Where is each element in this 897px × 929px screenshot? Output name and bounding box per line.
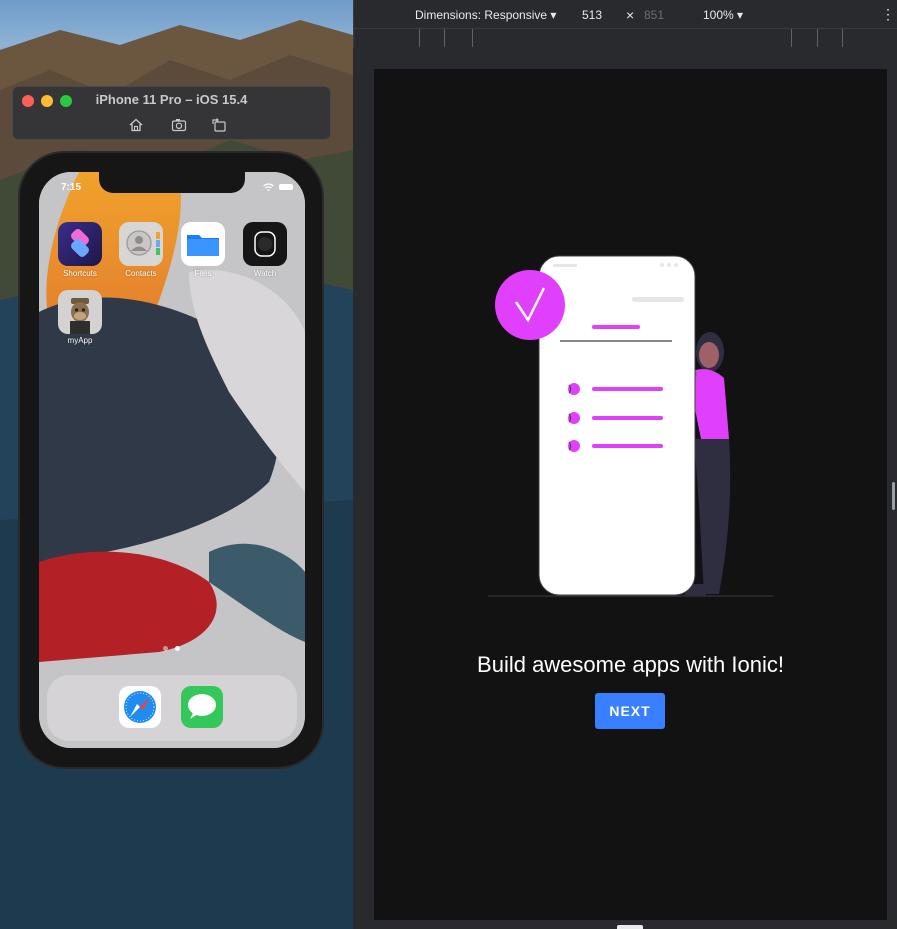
media-query-ruler[interactable] [354,28,897,49]
battery-icon [279,184,293,190]
resize-handle[interactable] [892,482,895,510]
app-label-files: Files [194,269,212,278]
app-label-myapp: myApp [67,336,93,345]
dock [47,675,297,741]
rotate-icon[interactable] [211,117,227,133]
app-viewport: Build awesome apps with Ionic! NEXT [374,69,887,920]
device-toolbar-top: Dimensions: Responsive ▾ 513 × 851 100% … [354,0,897,28]
width-input[interactable]: 513 [582,8,602,22]
zoom-dropdown[interactable]: 100% ▾ [703,8,743,22]
status-time: 7:15 [61,182,82,193]
dimension-times: × [626,7,635,23]
simulator-title: iPhone 11 Pro – iOS 15.4 [95,92,248,107]
screenshot-icon[interactable] [171,117,187,133]
wifi-icon [263,183,274,191]
more-options-icon[interactable]: ⋮ [881,6,895,23]
home-icon[interactable] [128,117,144,133]
onboarding-headline: Build awesome apps with Ionic! [477,652,784,677]
safari-app-icon[interactable] [119,686,161,728]
myapp-icon[interactable] [58,290,102,334]
files-app-icon[interactable] [181,222,225,266]
shortcuts-app-icon[interactable] [58,222,102,266]
dimensions-dropdown[interactable]: Dimensions: Responsive ▾ [415,8,556,22]
simulator-window-toolbar: iPhone 11 Pro – iOS 15.4 [12,86,331,140]
page-dot[interactable] [163,646,168,651]
next-button[interactable]: NEXT [595,693,665,729]
messages-app-icon[interactable] [181,686,223,728]
phone-notch [99,172,245,193]
iphone-home-screen[interactable]: 7:15 Shortcuts Contacts Files Watch myAp… [39,172,305,748]
contacts-app-icon[interactable] [119,222,163,266]
page-dot-active[interactable] [175,646,180,651]
watch-app-icon[interactable] [243,222,287,266]
height-input[interactable]: 851 [644,8,664,22]
bottom-resize-handle[interactable] [617,925,643,929]
onboarding-illustration [488,255,773,597]
app-label-watch: Watch [253,269,277,278]
app-label-shortcuts: Shortcuts [63,269,97,278]
devtools-device-toolbar: Dimensions: Responsive ▾ 513 × 851 100% … [353,0,897,48]
app-label-contacts: Contacts [125,269,157,278]
